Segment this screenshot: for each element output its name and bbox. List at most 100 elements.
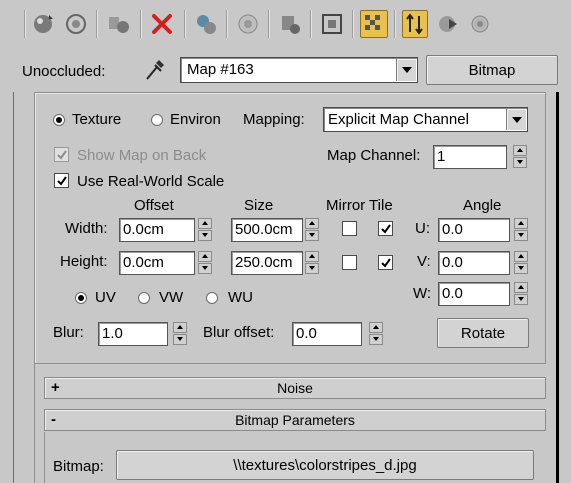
unoccluded-label: Unoccluded: bbox=[22, 63, 106, 80]
toolbar-separator bbox=[268, 10, 270, 38]
map-channel-value: 1 bbox=[437, 148, 446, 165]
panel-left-border bbox=[13, 92, 14, 483]
u-angle-value: 0.0 bbox=[442, 221, 463, 238]
bitmap-group-border bbox=[44, 432, 45, 483]
bitmap-label: Bitmap: bbox=[53, 458, 104, 475]
width-mirror-checkbox[interactable] bbox=[342, 221, 357, 236]
width-size-field[interactable]: 500.0cm bbox=[231, 218, 303, 242]
toolbar-separator bbox=[226, 10, 228, 38]
make-unique-icon[interactable] bbox=[192, 10, 220, 38]
blur-field[interactable]: 1.0 bbox=[98, 322, 168, 346]
environ-radio[interactable] bbox=[151, 114, 163, 126]
width-label: Width: bbox=[65, 220, 108, 237]
texture-label: Texture bbox=[72, 111, 122, 128]
rotate-button[interactable]: Rotate bbox=[437, 318, 529, 348]
eyedropper-icon[interactable] bbox=[143, 55, 169, 83]
noise-rollout-title: Noise bbox=[277, 380, 313, 396]
toolbar-separator bbox=[140, 10, 142, 38]
w-angle-value: 0.0 bbox=[442, 285, 463, 302]
get-material-icon[interactable] bbox=[62, 10, 90, 38]
u-angle-label: U: bbox=[415, 220, 430, 237]
v-angle-label: V: bbox=[417, 253, 431, 270]
angle-header: Angle bbox=[463, 197, 502, 214]
delete-icon[interactable] bbox=[148, 10, 176, 38]
blur-label: Blur: bbox=[53, 324, 84, 341]
rollout-group-border bbox=[34, 364, 35, 483]
vw-radio[interactable] bbox=[138, 292, 150, 304]
assign-material-icon[interactable] bbox=[104, 10, 132, 38]
material-ball-icon[interactable] bbox=[30, 10, 58, 38]
map-channel-spinner[interactable] bbox=[513, 145, 527, 169]
width-size-spinner[interactable] bbox=[305, 218, 319, 242]
toolbar-separator bbox=[24, 10, 26, 38]
texture-radio[interactable] bbox=[53, 114, 65, 126]
use-real-world-scale-checkbox[interactable] bbox=[54, 173, 69, 188]
map-channel-field[interactable]: 1 bbox=[433, 145, 507, 169]
height-size-value: 250.0cm bbox=[235, 254, 293, 271]
mapping-label: Mapping: bbox=[243, 111, 305, 128]
map-name-value: Map #163 bbox=[187, 61, 254, 78]
material-editor-toolbar bbox=[0, 0, 571, 50]
toolbar-separator bbox=[96, 10, 98, 38]
chevron-down-icon[interactable] bbox=[506, 109, 526, 130]
w-angle-label: W: bbox=[413, 285, 432, 302]
bitmap-path-button[interactable]: \\textures\colorstripes_d.jpg bbox=[116, 450, 534, 480]
map-type-button[interactable]: Bitmap bbox=[426, 55, 558, 85]
show-background-icon[interactable] bbox=[360, 10, 388, 38]
v-angle-spinner[interactable] bbox=[514, 251, 528, 275]
blur-offset-value: 0.0 bbox=[296, 325, 317, 342]
width-offset-spinner[interactable] bbox=[198, 218, 212, 242]
height-offset-value: 0.0cm bbox=[123, 254, 164, 271]
u-angle-field[interactable]: 0.0 bbox=[438, 218, 510, 242]
width-size-value: 500.0cm bbox=[235, 221, 293, 238]
scrollbar-track[interactable] bbox=[556, 92, 559, 483]
wu-label: WU bbox=[228, 289, 253, 306]
material-id-icon[interactable] bbox=[276, 10, 304, 38]
height-size-field[interactable]: 250.0cm bbox=[231, 251, 303, 275]
chevron-down-icon[interactable] bbox=[396, 59, 416, 81]
show-map-on-back-label: Show Map on Back bbox=[77, 147, 207, 164]
u-angle-spinner[interactable] bbox=[514, 218, 528, 242]
toolbar-separator bbox=[184, 10, 186, 38]
blur-offset-field[interactable]: 0.0 bbox=[292, 322, 362, 346]
noise-rollout-header[interactable]: + Noise bbox=[44, 377, 546, 399]
map-channel-label: Map Channel: bbox=[327, 147, 421, 164]
uv-label: UV bbox=[95, 289, 116, 306]
height-size-spinner[interactable] bbox=[305, 251, 319, 275]
mapping-value: Explicit Map Channel bbox=[328, 111, 469, 128]
w-angle-spinner[interactable] bbox=[514, 282, 528, 306]
blur-value: 1.0 bbox=[102, 325, 123, 342]
vw-label: VW bbox=[159, 289, 184, 306]
uv-radio[interactable] bbox=[75, 292, 87, 304]
height-mirror-checkbox[interactable] bbox=[342, 255, 357, 270]
show-map-icon[interactable] bbox=[318, 10, 346, 38]
show-map-on-back-checkbox[interactable] bbox=[54, 147, 69, 162]
go-forward-icon[interactable] bbox=[434, 10, 462, 38]
map-name-dropdown[interactable]: Map #163 bbox=[180, 57, 418, 83]
options-icon[interactable] bbox=[466, 10, 494, 38]
toolbar-separator bbox=[352, 10, 354, 38]
blur-spinner[interactable] bbox=[173, 322, 187, 346]
v-angle-value: 0.0 bbox=[442, 254, 463, 271]
width-offset-value: 0.0cm bbox=[123, 221, 164, 238]
bitmap-parameters-rollout-header[interactable]: - Bitmap Parameters bbox=[44, 409, 546, 431]
go-to-parent-icon[interactable] bbox=[402, 10, 428, 38]
offset-header: Offset bbox=[134, 197, 174, 214]
wu-radio[interactable] bbox=[206, 292, 218, 304]
mapping-dropdown[interactable]: Explicit Map Channel bbox=[323, 107, 528, 132]
w-angle-field[interactable]: 0.0 bbox=[438, 282, 510, 306]
toolbar-separator bbox=[394, 10, 396, 38]
put-to-library-icon[interactable] bbox=[234, 10, 262, 38]
size-header: Size bbox=[244, 197, 274, 214]
use-real-world-scale-label: Use Real-World Scale bbox=[77, 173, 225, 190]
height-offset-field[interactable]: 0.0cm bbox=[119, 251, 195, 275]
blur-offset-spinner[interactable] bbox=[369, 322, 383, 346]
width-tile-checkbox[interactable] bbox=[378, 221, 393, 236]
environ-label: Environ bbox=[170, 111, 221, 128]
width-offset-field[interactable]: 0.0cm bbox=[119, 218, 195, 242]
v-angle-field[interactable]: 0.0 bbox=[438, 251, 510, 275]
bitmap-parameters-title: Bitmap Parameters bbox=[235, 412, 355, 428]
height-offset-spinner[interactable] bbox=[198, 251, 212, 275]
toolbar-separator bbox=[310, 10, 312, 38]
height-tile-checkbox[interactable] bbox=[378, 255, 393, 270]
